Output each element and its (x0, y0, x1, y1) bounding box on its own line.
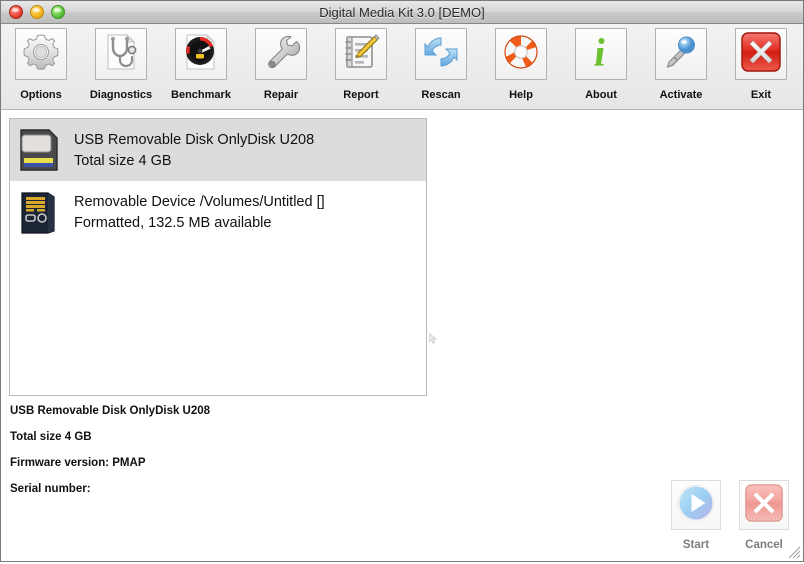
start-button[interactable]: Start (671, 480, 721, 551)
device-info-panel: USB Removable Disk OnlyDisk U208 Total s… (10, 405, 210, 495)
resize-cursor-artifact (429, 331, 438, 342)
toolbar-label-about: About (585, 89, 617, 101)
info-line-serial: Serial number: (10, 483, 210, 495)
sd-card-icon (18, 127, 60, 173)
exit-icon-frame (735, 28, 787, 80)
speedometer-document-icon (181, 32, 221, 77)
toolbar-label-rescan: Rescan (421, 89, 460, 101)
refresh-arrows-icon (421, 32, 461, 77)
rescan-icon-frame (415, 28, 467, 80)
benchmark-icon-frame (175, 28, 227, 80)
report-icon-frame (335, 28, 387, 80)
key-icon (661, 32, 701, 77)
toolbar-button-rescan[interactable]: Rescan (401, 28, 481, 101)
cancel-button[interactable]: Cancel (739, 480, 789, 551)
lifebuoy-icon (501, 32, 541, 77)
close-window-button[interactable] (9, 5, 23, 19)
diagnostics-icon-frame (95, 28, 147, 80)
window-title: Digital Media Kit 3.0 [DEMO] (1, 5, 803, 20)
toolbar: Options Diagnostics (1, 24, 803, 110)
list-item[interactable]: USB Removable Disk OnlyDisk U208 Total s… (10, 119, 426, 181)
toolbar-label-report: Report (343, 89, 378, 101)
help-icon-frame (495, 28, 547, 80)
list-item-texts: USB Removable Disk OnlyDisk U208 Total s… (74, 132, 314, 169)
options-icon-frame (15, 28, 67, 80)
resize-grip[interactable] (787, 545, 801, 559)
device-list[interactable]: USB Removable Disk OnlyDisk U208 Total s… (9, 118, 427, 396)
activate-icon-frame (655, 28, 707, 80)
toolbar-button-repair[interactable]: Repair (241, 28, 321, 101)
play-icon (675, 482, 717, 529)
toolbar-button-about[interactable]: About (561, 28, 641, 101)
start-icon-frame (671, 480, 721, 530)
toolbar-label-options: Options (20, 89, 62, 101)
cancel-button-label: Cancel (745, 539, 783, 551)
minimize-window-button[interactable] (30, 5, 44, 19)
list-item-subtitle: Total size 4 GB (74, 153, 314, 169)
red-x-icon (739, 30, 783, 79)
list-item[interactable]: Removable Device /Volumes/Untitled [] Fo… (10, 181, 426, 243)
memory-card-chip-icon (18, 189, 60, 235)
toolbar-button-exit[interactable]: Exit (721, 28, 801, 101)
list-item-title: USB Removable Disk OnlyDisk U208 (74, 132, 314, 148)
repair-icon-frame (255, 28, 307, 80)
about-icon-frame (575, 28, 627, 80)
list-item-subtitle: Formatted, 132.5 MB available (74, 215, 325, 231)
toolbar-button-benchmark[interactable]: Benchmark (161, 28, 241, 101)
info-line-total-size: Total size 4 GB (10, 431, 210, 443)
toolbar-button-activate[interactable]: Activate (641, 28, 721, 101)
toolbar-label-help: Help (509, 89, 533, 101)
app-window: Digital Media Kit 3.0 [DEMO] (0, 0, 804, 562)
zoom-window-button[interactable] (51, 5, 65, 19)
toolbar-label-exit: Exit (751, 89, 771, 101)
stethoscope-document-icon (101, 32, 141, 77)
info-line-firmware: Firmware version: PMAP (10, 457, 210, 469)
list-item-texts: Removable Device /Volumes/Untitled [] Fo… (74, 194, 325, 231)
toolbar-button-report[interactable]: Report (321, 28, 401, 101)
action-buttons: Start Cancel (671, 480, 789, 551)
cancel-icon-frame (739, 480, 789, 530)
cancel-x-icon (743, 482, 785, 529)
toolbar-label-diagnostics: Diagnostics (90, 89, 152, 101)
info-i-icon (581, 32, 621, 77)
toolbar-button-help[interactable]: Help (481, 28, 561, 101)
wrench-icon (261, 32, 301, 77)
start-button-label: Start (683, 539, 709, 551)
notepad-pencil-icon (341, 32, 381, 77)
gear-icon (21, 32, 61, 77)
info-line-device: USB Removable Disk OnlyDisk U208 (10, 405, 210, 417)
toolbar-button-diagnostics[interactable]: Diagnostics (81, 28, 161, 101)
toolbar-label-benchmark: Benchmark (171, 89, 231, 101)
toolbar-label-repair: Repair (264, 89, 298, 101)
toolbar-label-activate: Activate (660, 89, 703, 101)
title-bar: Digital Media Kit 3.0 [DEMO] (1, 1, 803, 24)
window-controls (1, 5, 65, 19)
list-item-title: Removable Device /Volumes/Untitled [] (74, 194, 325, 210)
toolbar-button-options[interactable]: Options (1, 28, 81, 101)
